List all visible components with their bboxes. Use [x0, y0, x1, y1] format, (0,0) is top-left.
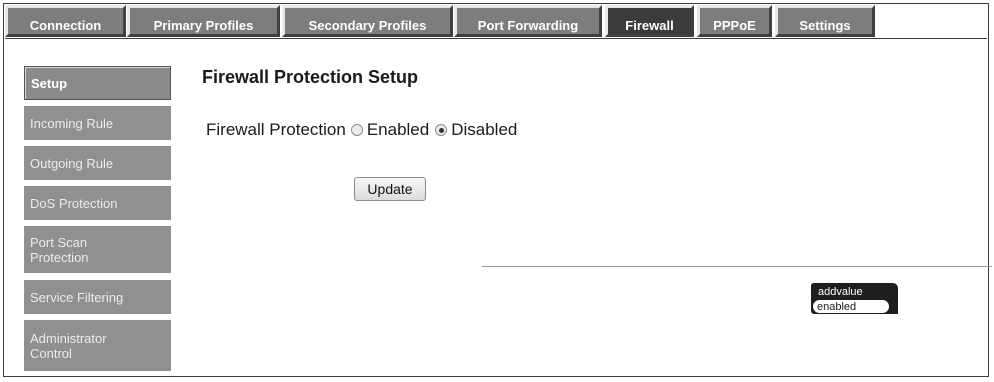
logo-line-addvalue: addvalue	[818, 286, 863, 298]
top-tab-bar: Connection Primary Profiles Secondary Pr…	[5, 5, 987, 39]
tab-connection[interactable]: Connection	[5, 5, 126, 37]
tab-firewall[interactable]: Firewall	[605, 5, 694, 37]
sidebar-item-label: Administrator Control	[30, 330, 107, 361]
firewall-protection-label: Firewall Protection	[206, 120, 346, 139]
disabled-radio-label[interactable]: Disabled	[451, 120, 517, 140]
sidebar-item-label: Port Scan Protection	[30, 234, 89, 265]
tab-pppoe[interactable]: PPPoE	[697, 5, 772, 37]
sidebar-item-label: Service Filtering	[30, 289, 124, 305]
enabled-radio[interactable]	[350, 124, 363, 136]
sidebar-item-port-scan-protection[interactable]: Port Scan Protection	[24, 226, 171, 273]
enabled-radio-label[interactable]: Enabled	[367, 120, 429, 140]
sidebar-item-incoming-rule[interactable]: Incoming Rule	[24, 106, 171, 140]
logo-line-enabled: enabled	[817, 301, 856, 313]
page-title: Firewall Protection Setup	[202, 67, 419, 87]
tab-primary-profiles[interactable]: Primary Profiles	[127, 5, 280, 37]
sidebar-item-dos-protection[interactable]: DoS Protection	[24, 186, 171, 220]
sidebar-item-service-filtering[interactable]: Service Filtering	[24, 280, 171, 314]
tab-settings[interactable]: Settings	[775, 5, 875, 37]
sidebar-item-label: Incoming Rule	[30, 115, 114, 131]
disabled-radio[interactable]	[435, 124, 448, 136]
update-button[interactable]: Update	[354, 177, 426, 201]
tab-secondary-profiles[interactable]: Secondary Profiles	[282, 5, 453, 37]
tab-port-forwarding[interactable]: Port Forwarding	[454, 5, 602, 37]
firewall-protection-row: Firewall Protection Enabled Disabled	[206, 119, 523, 141]
sidebar-item-label: DoS Protection	[30, 195, 118, 211]
sidebar-item-label: Outgoing Rule	[30, 155, 114, 171]
sidebar-item-setup[interactable]: Setup	[24, 66, 171, 100]
sidebar-item-administrator-control[interactable]: Administrator Control	[24, 320, 171, 371]
sidebar-item-outgoing-rule[interactable]: Outgoing Rule	[24, 146, 171, 180]
sidebar-item-label: Setup	[31, 75, 68, 91]
addvalue-enabled-logo: addvalue enabled	[811, 283, 898, 314]
divider	[482, 266, 992, 267]
